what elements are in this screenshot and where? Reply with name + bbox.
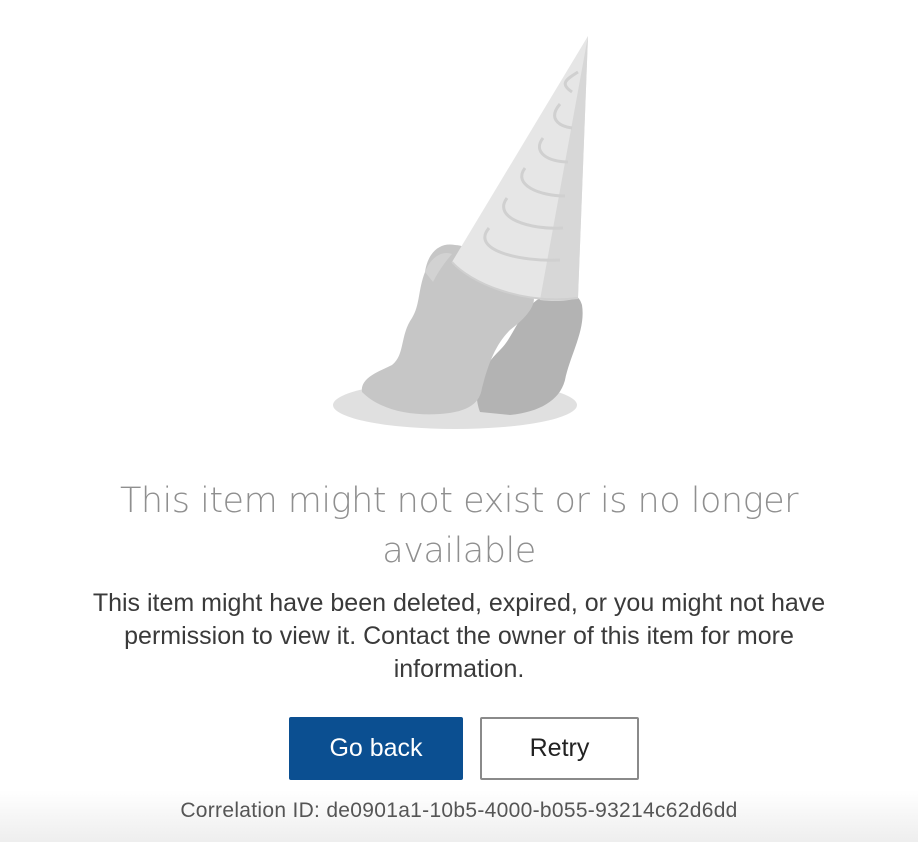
go-back-button[interactable]: Go back (289, 717, 463, 780)
melted-ice-cream-cone-icon (333, 36, 588, 429)
correlation-id: Correlation ID: de0901a1-10b5-4000-b055-… (180, 799, 738, 822)
error-page: This item might not exist or is no longe… (0, 0, 918, 842)
error-description: This item might have been deleted, expir… (92, 589, 826, 683)
error-actions: Go back Retry (289, 717, 639, 780)
error-title: This item might not exist or is no longe… (119, 481, 799, 571)
retry-button[interactable]: Retry (480, 717, 639, 780)
